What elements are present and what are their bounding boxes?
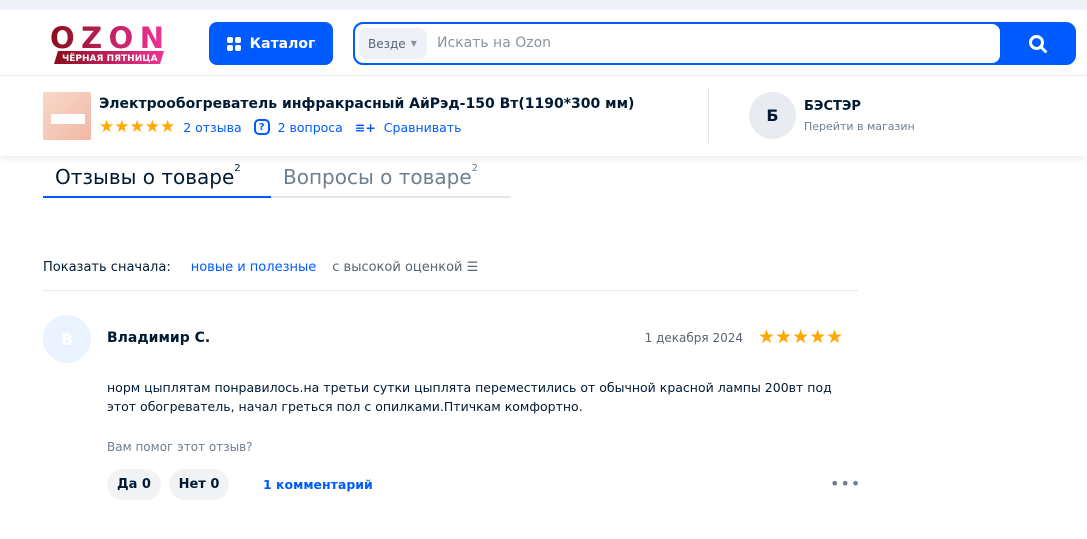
search-scope-value: Везде — [368, 36, 406, 51]
tab-count: 2 — [471, 163, 479, 174]
catalog-button[interactable]: Каталог — [209, 22, 333, 65]
sort-option-high-rating[interactable]: с высокой оценкой ☰ — [332, 260, 478, 275]
tab-questions[interactable]: Вопросы о товаре2 — [271, 163, 511, 198]
helpful-question: Вам помог этот отзыв? — [107, 440, 253, 454]
search-input[interactable]: Везде ▼ Искать на Ozon — [355, 24, 1000, 63]
svg-text:OZON: OZON — [50, 22, 164, 55]
product-title: Электрообогреватель инфракрасный АйРэд-1… — [99, 96, 635, 112]
yes-label: Да 0 — [117, 477, 151, 492]
review-date: 1 декабря 2024 — [644, 331, 743, 345]
reviews-link[interactable]: 2 отзыва — [183, 120, 241, 135]
go-to-store-link[interactable]: Перейти в магазин — [804, 120, 915, 133]
tab-reviews[interactable]: Отзывы о товаре2 — [43, 163, 271, 198]
helpful-yes-button[interactable]: Да 0 — [107, 469, 161, 500]
rating-stars: ★★★★★ — [99, 117, 176, 137]
product-bar — [0, 76, 1087, 156]
comments-link[interactable]: 1 комментарий — [263, 477, 373, 492]
search-scope-select[interactable]: Везде ▼ — [359, 28, 427, 59]
search-bar: Везде ▼ Искать на Ozon — [353, 22, 1076, 65]
reviewer-initial: В — [60, 329, 74, 349]
tab-label: Вопросы о товаре — [283, 165, 472, 189]
top-strip — [0, 0, 1087, 10]
sort-icon: ☰ — [466, 260, 479, 275]
seller-avatar[interactable]: Б — [749, 92, 796, 139]
seller-initial: Б — [766, 106, 779, 125]
product-meta: ★★★★★ 2 отзыва ? 2 вопроса ≡+ Сравнивать — [99, 117, 461, 137]
sort-option-new-useful[interactable]: новые и полезные — [191, 260, 317, 275]
svg-text:ЧЁРНАЯ ПЯТНИЦА: ЧЁРНАЯ ПЯТНИЦА — [62, 53, 158, 64]
compare-icon: ≡+ — [354, 119, 376, 135]
product-thumbnail[interactable] — [43, 92, 91, 140]
review-rating-stars: ★★★★★ — [758, 326, 844, 348]
ozon-logo[interactable]: OZON ЧЁРНАЯ ПЯТНИЦА — [48, 21, 166, 64]
questions-link[interactable]: 2 вопроса — [278, 120, 343, 135]
reviewer-avatar: В — [43, 315, 91, 363]
search-icon — [1029, 34, 1047, 53]
caret-down-icon: ▼ — [410, 39, 417, 48]
tab-count: 2 — [234, 163, 241, 174]
compare-link[interactable]: Сравнивать — [384, 120, 462, 135]
sort-label: Показать сначала: — [43, 260, 171, 275]
seller-name[interactable]: БЭСТЭР — [804, 99, 861, 114]
grid-icon — [226, 36, 241, 51]
sort-row: Показать сначала: новые и полезные с выс… — [43, 260, 478, 275]
more-options-icon[interactable]: ••• — [830, 474, 861, 493]
catalog-label: Каталог — [249, 35, 316, 52]
helpful-no-button[interactable]: Нет 0 — [169, 469, 229, 500]
no-label: Нет 0 — [178, 477, 220, 492]
search-placeholder: Искать на Ozon — [437, 35, 552, 51]
divider — [708, 88, 709, 143]
divider — [42, 290, 858, 291]
reviewer-name: Владимир С. — [107, 330, 211, 346]
tab-label: Отзывы о товаре — [55, 165, 235, 189]
question-icon: ? — [253, 119, 270, 135]
search-button[interactable] — [1000, 24, 1074, 63]
sort-option-label: с высокой оценкой — [332, 260, 463, 275]
review-text: норм цыплятам понравилось.на третьи сутк… — [107, 380, 832, 414]
